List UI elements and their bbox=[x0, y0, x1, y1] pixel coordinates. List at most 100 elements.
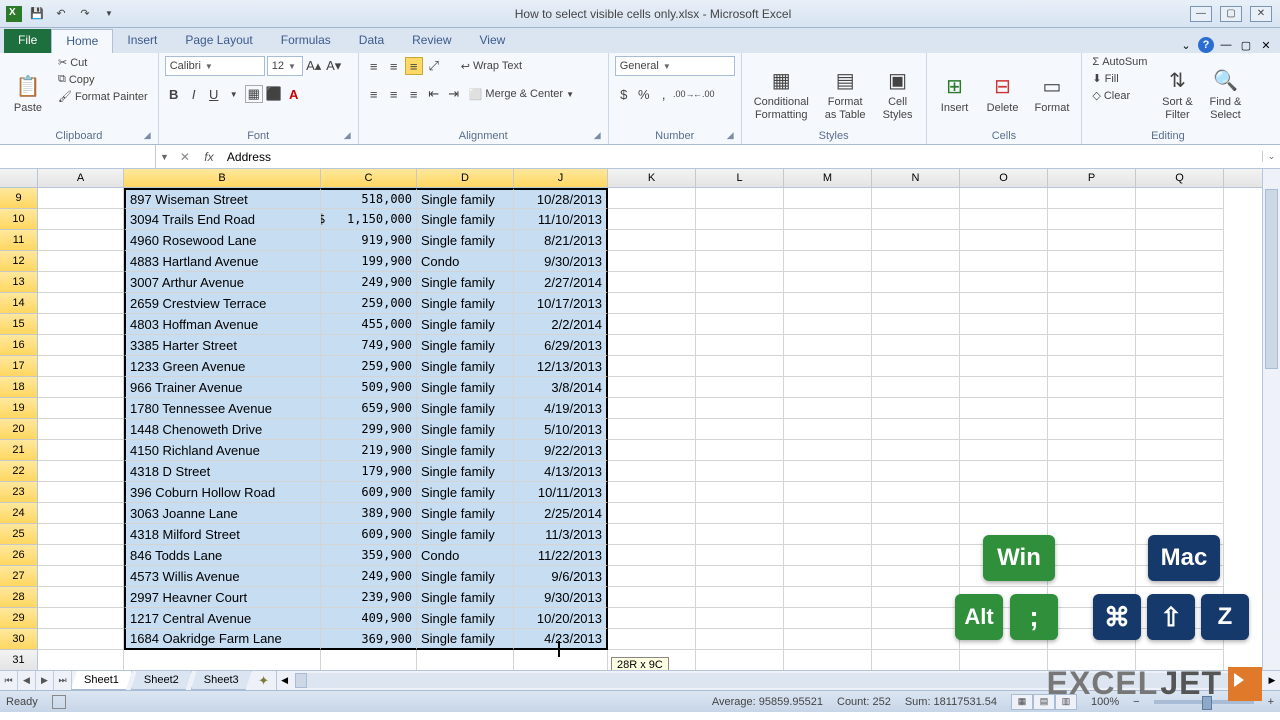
cell[interactable]: 396 Coburn Hollow Road bbox=[124, 482, 321, 503]
cell[interactable] bbox=[696, 503, 784, 524]
cell[interactable]: $ 1,150,000 bbox=[321, 209, 417, 230]
increase-decimal-button[interactable]: .00→ bbox=[675, 85, 693, 103]
column-header-K[interactable]: K bbox=[608, 169, 696, 187]
cell[interactable] bbox=[38, 188, 124, 209]
cell[interactable]: $ 518,000 bbox=[321, 188, 417, 209]
number-format-combo[interactable]: General▼ bbox=[615, 56, 735, 76]
tab-insert[interactable]: Insert bbox=[113, 29, 171, 53]
macro-record-icon[interactable] bbox=[52, 695, 66, 709]
cell[interactable] bbox=[608, 587, 696, 608]
cell[interactable] bbox=[872, 230, 960, 251]
cell[interactable] bbox=[872, 482, 960, 503]
row-header[interactable]: 19 bbox=[0, 398, 38, 419]
cell[interactable]: 10/17/2013 bbox=[514, 293, 608, 314]
cell[interactable] bbox=[784, 209, 872, 230]
percent-format-button[interactable]: % bbox=[635, 85, 653, 103]
cell[interactable]: $ 299,900 bbox=[321, 419, 417, 440]
tab-data[interactable]: Data bbox=[345, 29, 398, 53]
cell[interactable]: 4/13/2013 bbox=[514, 461, 608, 482]
vertical-scroll-thumb[interactable] bbox=[1265, 189, 1278, 369]
cell[interactable] bbox=[38, 272, 124, 293]
cell[interactable] bbox=[1136, 251, 1224, 272]
redo-button[interactable]: ↷ bbox=[76, 5, 94, 23]
cell[interactable] bbox=[784, 566, 872, 587]
cell[interactable]: 9/30/2013 bbox=[514, 587, 608, 608]
row-header[interactable]: 31 bbox=[0, 650, 38, 670]
minimize-ribbon-button[interactable]: ⌄ bbox=[1178, 37, 1194, 53]
cell[interactable]: 12/13/2013 bbox=[514, 356, 608, 377]
decrease-decimal-button[interactable]: ←.00 bbox=[695, 85, 713, 103]
cell[interactable] bbox=[1048, 440, 1136, 461]
insert-cells-button[interactable]: ⊞Insert bbox=[933, 55, 977, 130]
vertical-scrollbar[interactable] bbox=[1262, 169, 1280, 670]
cell[interactable] bbox=[608, 524, 696, 545]
cell[interactable] bbox=[1136, 377, 1224, 398]
cell[interactable] bbox=[1136, 440, 1224, 461]
cell[interactable] bbox=[38, 419, 124, 440]
fill-button[interactable]: ⬇Fill bbox=[1088, 71, 1151, 86]
cell[interactable] bbox=[872, 188, 960, 209]
wrap-text-button[interactable]: ↩Wrap Text bbox=[457, 59, 526, 74]
row-header[interactable]: 18 bbox=[0, 377, 38, 398]
cell[interactable]: 3063 Joanne Lane bbox=[124, 503, 321, 524]
cell[interactable] bbox=[784, 419, 872, 440]
cell[interactable] bbox=[38, 482, 124, 503]
cell[interactable] bbox=[784, 377, 872, 398]
cell[interactable] bbox=[608, 440, 696, 461]
cell[interactable]: 1233 Green Avenue bbox=[124, 356, 321, 377]
cell[interactable] bbox=[872, 608, 960, 629]
cell[interactable] bbox=[960, 272, 1048, 293]
new-sheet-button[interactable]: ✦ bbox=[252, 671, 276, 690]
cancel-formula-button[interactable]: ✕ bbox=[173, 150, 197, 164]
cell[interactable]: Single family bbox=[417, 209, 514, 230]
column-header-L[interactable]: L bbox=[696, 169, 784, 187]
cell[interactable] bbox=[784, 188, 872, 209]
shrink-font-button[interactable]: A▾ bbox=[325, 57, 343, 75]
cell[interactable] bbox=[696, 293, 784, 314]
cell[interactable]: $ 609,900 bbox=[321, 482, 417, 503]
cell[interactable]: 10/20/2013 bbox=[514, 608, 608, 629]
cell[interactable] bbox=[696, 251, 784, 272]
cell[interactable] bbox=[784, 293, 872, 314]
cell-styles-button[interactable]: ▣Cell Styles bbox=[876, 55, 920, 130]
cell[interactable]: 846 Todds Lane bbox=[124, 545, 321, 566]
cell[interactable] bbox=[696, 377, 784, 398]
cell[interactable] bbox=[872, 377, 960, 398]
row-header[interactable]: 22 bbox=[0, 461, 38, 482]
column-header-O[interactable]: O bbox=[960, 169, 1048, 187]
workbook-restore-button[interactable]: ▢ bbox=[1238, 37, 1254, 53]
cell[interactable] bbox=[1136, 419, 1224, 440]
cell[interactable] bbox=[608, 314, 696, 335]
cell[interactable]: 2/27/2014 bbox=[514, 272, 608, 293]
cell[interactable]: $ 509,900 bbox=[321, 377, 417, 398]
cell[interactable] bbox=[608, 482, 696, 503]
cell[interactable] bbox=[1136, 335, 1224, 356]
cell[interactable] bbox=[38, 293, 124, 314]
cell[interactable]: 11/10/2013 bbox=[514, 209, 608, 230]
cell[interactable] bbox=[1136, 230, 1224, 251]
row-header[interactable]: 11 bbox=[0, 230, 38, 251]
workbook-minimize-button[interactable]: — bbox=[1218, 37, 1234, 53]
cell[interactable] bbox=[696, 314, 784, 335]
merge-center-button[interactable]: ⬜Merge & Center▼ bbox=[465, 87, 578, 102]
cell[interactable] bbox=[608, 209, 696, 230]
cell[interactable]: 4318 D Street bbox=[124, 461, 321, 482]
cell[interactable] bbox=[872, 461, 960, 482]
cell[interactable] bbox=[1136, 356, 1224, 377]
cell[interactable] bbox=[784, 335, 872, 356]
cell[interactable]: 11/22/2013 bbox=[514, 545, 608, 566]
cell[interactable]: $ 359,900 bbox=[321, 545, 417, 566]
sheet-nav-prev[interactable]: ◀ bbox=[18, 671, 36, 690]
number-launcher[interactable]: ◢ bbox=[727, 130, 739, 142]
cell[interactable] bbox=[696, 461, 784, 482]
cell[interactable] bbox=[608, 419, 696, 440]
cell[interactable]: $ 409,900 bbox=[321, 608, 417, 629]
cell[interactable] bbox=[696, 587, 784, 608]
cell[interactable] bbox=[514, 650, 608, 670]
cell[interactable]: 3385 Harter Street bbox=[124, 335, 321, 356]
font-size-combo[interactable]: 12▼ bbox=[267, 56, 303, 76]
cell[interactable]: 4150 Richland Avenue bbox=[124, 440, 321, 461]
cell[interactable]: $ 749,900 bbox=[321, 335, 417, 356]
cell[interactable]: 9/22/2013 bbox=[514, 440, 608, 461]
expand-formula-bar-button[interactable]: ⌄ bbox=[1262, 151, 1280, 162]
